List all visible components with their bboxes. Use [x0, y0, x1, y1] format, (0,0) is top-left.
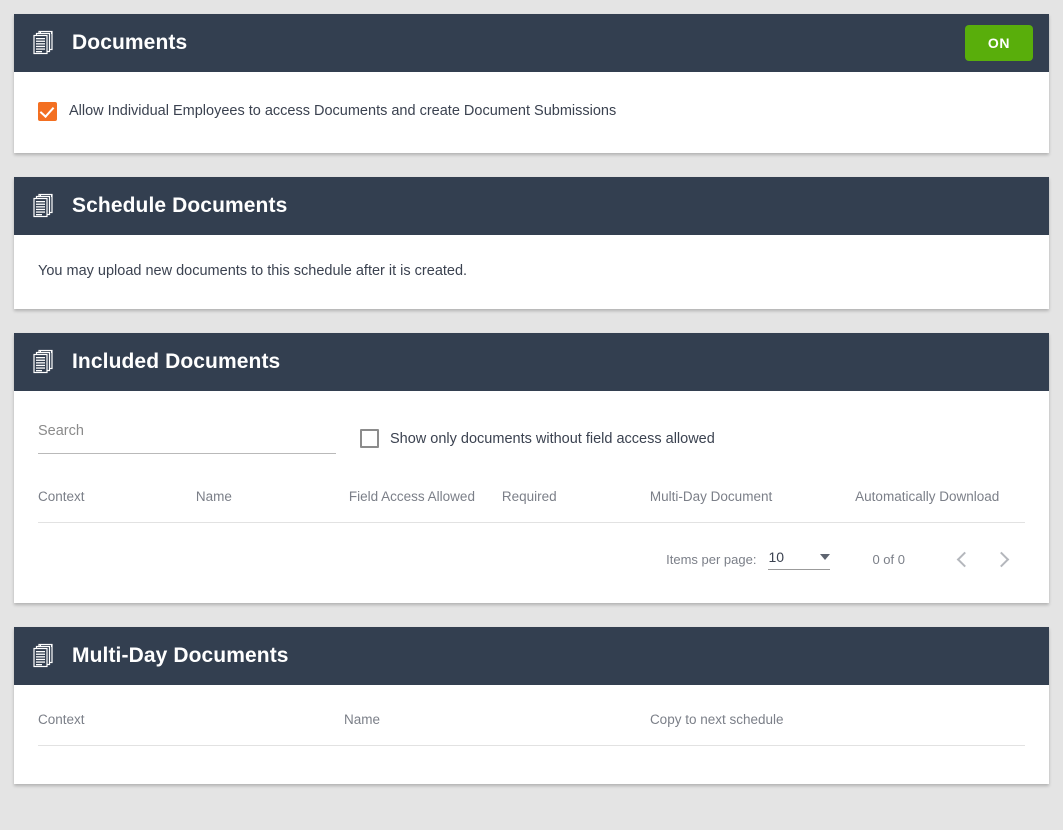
column-header-automatically-download[interactable]: Automatically Download [837, 488, 1025, 524]
items-per-page-select[interactable]: 10 [768, 548, 831, 570]
multi-day-documents-table: Context Name Copy to next schedule [38, 711, 1025, 747]
search-input[interactable] [38, 419, 336, 454]
page-root: Documents ON Allow Individual Employees … [0, 0, 1063, 830]
schedule-documents-card-header: Schedule Documents [14, 177, 1049, 235]
schedule-documents-title: Schedule Documents [72, 194, 288, 217]
field-access-filter-label: Show only documents without field access… [390, 430, 715, 447]
schedule-documents-title-group: Schedule Documents [32, 193, 1033, 219]
multi-day-documents-title-group: Multi-Day Documents [32, 643, 1033, 669]
allow-individual-employees-checkbox-row[interactable]: Allow Individual Employees to access Doc… [38, 102, 1025, 121]
included-documents-card: Included Documents Show only documents w… [14, 333, 1049, 604]
documents-card-header: Documents ON [14, 14, 1049, 72]
documents-card-body: Allow Individual Employees to access Doc… [14, 72, 1049, 153]
included-documents-title: Included Documents [72, 350, 281, 373]
documents-card: Documents ON Allow Individual Employees … [14, 14, 1049, 153]
column-header-multi-day-document[interactable]: Multi-Day Document [649, 488, 838, 524]
field-access-filter-checkbox[interactable] [360, 429, 379, 448]
multi-day-documents-card-header: Multi-Day Documents [14, 627, 1049, 686]
allow-individual-employees-checkbox[interactable] [38, 102, 57, 121]
paginator-previous-button[interactable] [943, 539, 983, 579]
chevron-down-icon [820, 553, 831, 560]
allow-individual-employees-label: Allow Individual Employees to access Doc… [69, 102, 617, 119]
documents-title-group: Documents [32, 30, 965, 56]
multi-day-documents-card-body: Context Name Copy to next schedule [14, 685, 1049, 784]
documents-title: Documents [72, 31, 188, 54]
items-per-page-value: 10 [768, 548, 785, 565]
documents-stack-icon [33, 349, 53, 374]
included-documents-card-body: Show only documents without field access… [14, 391, 1049, 603]
column-header-name[interactable]: Name [343, 711, 650, 747]
included-documents-table: Context Name Field Access Allowed Requir… [38, 488, 1025, 524]
included-documents-card-header: Included Documents [14, 333, 1049, 391]
documents-on-toggle-button[interactable]: ON [965, 25, 1033, 61]
search-field-wrapper [38, 419, 336, 454]
included-documents-table-header-row: Context Name Field Access Allowed Requir… [38, 488, 1025, 524]
included-documents-paginator: Items per page: 10 0 of 0 [38, 523, 1025, 585]
items-per-page-label: Items per page: [666, 551, 757, 567]
multi-day-documents-card: Multi-Day Documents Context Name Copy to… [14, 627, 1049, 785]
documents-stack-icon [33, 30, 53, 55]
column-header-field-access-allowed[interactable]: Field Access Allowed [348, 488, 502, 524]
schedule-documents-card: Schedule Documents You may upload new do… [14, 177, 1049, 309]
paginator-next-button[interactable] [983, 539, 1023, 579]
field-access-filter-checkbox-row[interactable]: Show only documents without field access… [360, 429, 715, 448]
column-header-copy-to-next-schedule[interactable]: Copy to next schedule [649, 711, 1025, 747]
included-documents-filter-row: Show only documents without field access… [38, 417, 1025, 454]
multi-day-documents-title: Multi-Day Documents [72, 644, 289, 668]
documents-stack-icon [33, 193, 53, 218]
paginator-range-label: 0 of 0 [872, 551, 905, 567]
column-header-name[interactable]: Name [195, 488, 349, 524]
multi-day-documents-table-header-row: Context Name Copy to next schedule [38, 711, 1025, 747]
paginator-arrows [943, 539, 1023, 579]
column-header-context[interactable]: Context [38, 711, 344, 747]
schedule-documents-card-body: You may upload new documents to this sch… [14, 235, 1049, 309]
chevron-right-icon [993, 551, 1010, 567]
included-documents-title-group: Included Documents [32, 349, 1033, 375]
column-header-context[interactable]: Context [38, 488, 196, 524]
chevron-left-icon [956, 551, 973, 567]
column-header-required[interactable]: Required [501, 488, 650, 524]
documents-stack-icon [33, 644, 53, 668]
schedule-documents-message: You may upload new documents to this sch… [38, 263, 468, 279]
